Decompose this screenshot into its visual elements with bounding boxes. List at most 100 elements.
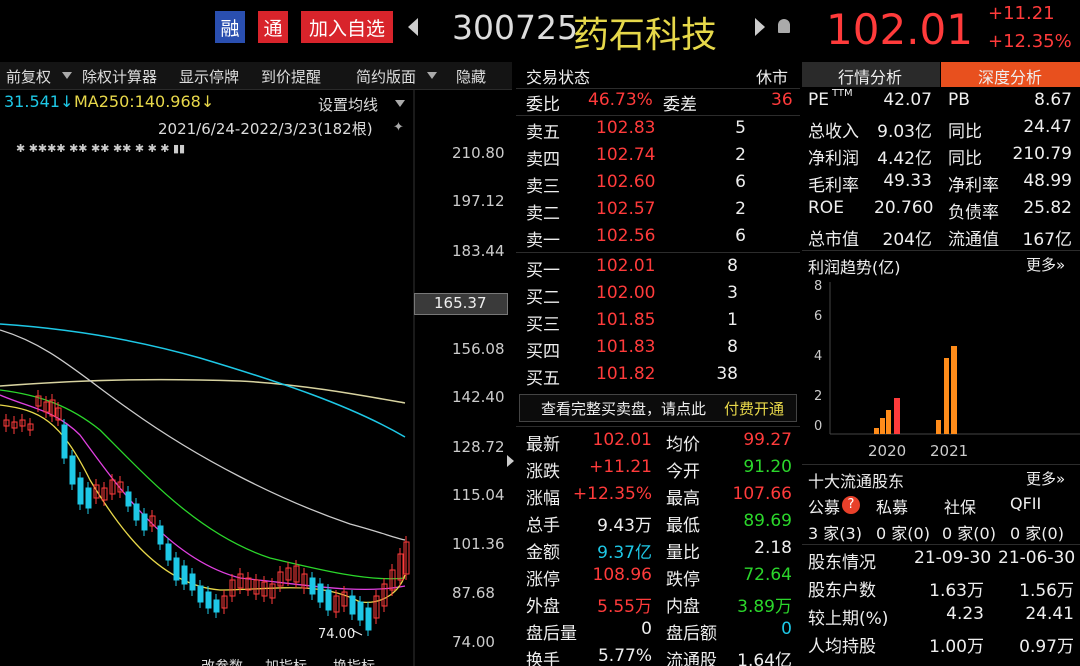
sell-level-price: 102.56 <box>596 226 656 246</box>
shareholder-value: 4.23 <box>946 604 984 624</box>
quote-label: 最新 <box>526 435 560 455</box>
quote-value: 102.01 <box>592 430 652 450</box>
toolbar-layout[interactable]: 简约版面 <box>356 66 416 87</box>
candle-body <box>197 585 204 603</box>
shareholder-value: 1.56万 <box>1019 581 1074 601</box>
kline-canvas[interactable]: ✱ ✱✱✱✱ ✱✱ ✱✱ ✱✱ ✱ ✱ ✱ ▮▮ 74.00 210.80 197… <box>0 90 512 666</box>
quote-value: 5.55万 <box>597 597 652 617</box>
buy-level-label: 买三 <box>526 315 560 335</box>
holder-count-qfii: 0 家(0) <box>1010 524 1064 543</box>
weicha-value: 36 <box>771 90 793 110</box>
shareholder-label: 股东情况 <box>808 553 876 573</box>
buy-level-price: 102.01 <box>596 256 656 276</box>
sell-level-label: 卖五 <box>526 123 560 143</box>
profit-tick: 2 <box>814 389 822 404</box>
fundamental-label: 同比 <box>948 122 982 142</box>
profit-tick: 4 <box>814 349 822 364</box>
quote-value: 0 <box>781 619 792 639</box>
candle-body <box>165 543 172 561</box>
pe-ttm-sup: TTM <box>832 88 853 99</box>
toolbar-alert[interactable]: 到价提醒 <box>261 66 321 87</box>
quote-value: 3.89万 <box>737 597 792 617</box>
toolbar-adjust[interactable]: 前复权 <box>6 66 51 87</box>
quote-value: 1.64亿 <box>737 651 792 666</box>
bar-2021-q3 <box>951 346 957 434</box>
prev-stock-icon[interactable] <box>408 18 418 36</box>
price-tick: 74.00 <box>452 633 495 651</box>
toolbar-hide[interactable]: 隐藏 <box>456 66 486 87</box>
toolbar-calc[interactable]: 除权计算器 <box>82 66 157 87</box>
rong-badge[interactable]: 融 <box>215 11 245 43</box>
crosshair-price: 165.37 <box>434 294 487 312</box>
collapse-arrow-icon[interactable] <box>507 455 514 467</box>
bell-icon[interactable] <box>778 19 790 33</box>
bar-2020-q1 <box>874 428 879 434</box>
sell-level-label: 卖四 <box>526 150 560 170</box>
profit-trend-chart: 8 6 4 2 0 2020 2021 <box>814 279 1080 460</box>
holders-more-link[interactable]: 更多» <box>1026 468 1065 489</box>
shareholder-value: 1.63万 <box>929 581 984 601</box>
candle-body <box>173 557 180 581</box>
buy-level-price: 101.82 <box>596 364 656 384</box>
quote-label: 外盘 <box>526 597 560 617</box>
tab-deep-analysis-label[interactable]: 深度分析 <box>978 64 1042 88</box>
sell-level-label: 卖二 <box>526 204 560 224</box>
sell-level-volume: 6 <box>735 226 746 246</box>
buy-level-price: 101.85 <box>596 310 656 330</box>
holder-type-private: 私募 <box>876 498 909 517</box>
dropdown-icon[interactable] <box>427 72 437 79</box>
quote-label: 均价 <box>666 435 700 455</box>
next-stock-icon[interactable] <box>755 18 765 36</box>
fundamental-value: 8.67 <box>1034 90 1072 110</box>
fundamental-value: 210.79 <box>1012 144 1072 164</box>
tab-change-params[interactable]: 改参数 <box>201 656 243 666</box>
price-tick: 115.04 <box>452 486 505 504</box>
quote-label: 总手 <box>526 516 560 536</box>
kline-chart[interactable]: 31.541↓ MA250:140.968↓ 设置均线 2021/6/24-20… <box>0 90 512 666</box>
tab-market-analysis-label[interactable]: 行情分析 <box>838 64 902 88</box>
ma-magenta-line <box>0 394 406 591</box>
toolbar-suspend[interactable]: 显示停牌 <box>179 66 239 87</box>
candle-body <box>317 583 324 603</box>
help-icon[interactable]: ? <box>842 496 860 514</box>
fundamental-label: 总收入 <box>808 122 859 142</box>
candle-body <box>357 601 364 621</box>
price-tick: 128.72 <box>452 438 505 456</box>
fundamental-value: 9.03亿 <box>877 122 932 142</box>
dropdown-icon[interactable] <box>62 72 72 79</box>
add-watchlist-button[interactable]: 加入自选 <box>301 11 393 43</box>
fundamental-value: 25.82 <box>1023 198 1072 218</box>
buy-level-volume: 8 <box>727 337 738 357</box>
notice-link[interactable]: 付费开通 <box>724 398 784 419</box>
stock-code: 300725 <box>452 8 578 47</box>
buy-level-label: 买二 <box>526 288 560 308</box>
profit-tick: 0 <box>814 419 822 434</box>
tong-badge[interactable]: 通 <box>258 11 288 43</box>
quote-value: 0 <box>641 619 652 639</box>
tab-add-indicator[interactable]: 加指标 <box>265 656 307 666</box>
fundamental-value: 24.47 <box>1023 117 1072 137</box>
tab-switch-indicator[interactable]: 换指标 <box>333 656 375 666</box>
notice-text[interactable]: 查看完整买卖盘，请点此 <box>541 398 706 419</box>
quote-value: 2.18 <box>754 538 792 558</box>
buy-level-label: 买一 <box>526 261 560 281</box>
bar-2020-q4 <box>894 398 900 434</box>
quote-label: 盘后额 <box>666 624 717 644</box>
price-change-pct: +12.35% <box>988 31 1072 52</box>
fundamental-label: 净利润 <box>808 149 859 169</box>
shareholder-label: 较上期(%) <box>808 609 889 629</box>
candle-body <box>77 477 84 505</box>
fundamental-label: PB <box>948 90 970 110</box>
candle-body <box>189 573 196 591</box>
quote-label: 流通股 <box>666 651 717 666</box>
quote-value: 5.77% <box>597 646 652 666</box>
buy-level-price: 102.00 <box>596 283 656 303</box>
candle-body <box>141 513 148 531</box>
sell-level-volume: 6 <box>735 172 746 192</box>
quote-label: 涨幅 <box>526 489 560 509</box>
bar-2020-q3 <box>886 410 891 434</box>
profit-more-link[interactable]: 更多» <box>1026 254 1065 275</box>
holder-type-social: 社保 <box>944 498 977 517</box>
fundamental-value: 42.07 <box>883 90 932 110</box>
fundamental-label: 流通值 <box>948 230 999 250</box>
